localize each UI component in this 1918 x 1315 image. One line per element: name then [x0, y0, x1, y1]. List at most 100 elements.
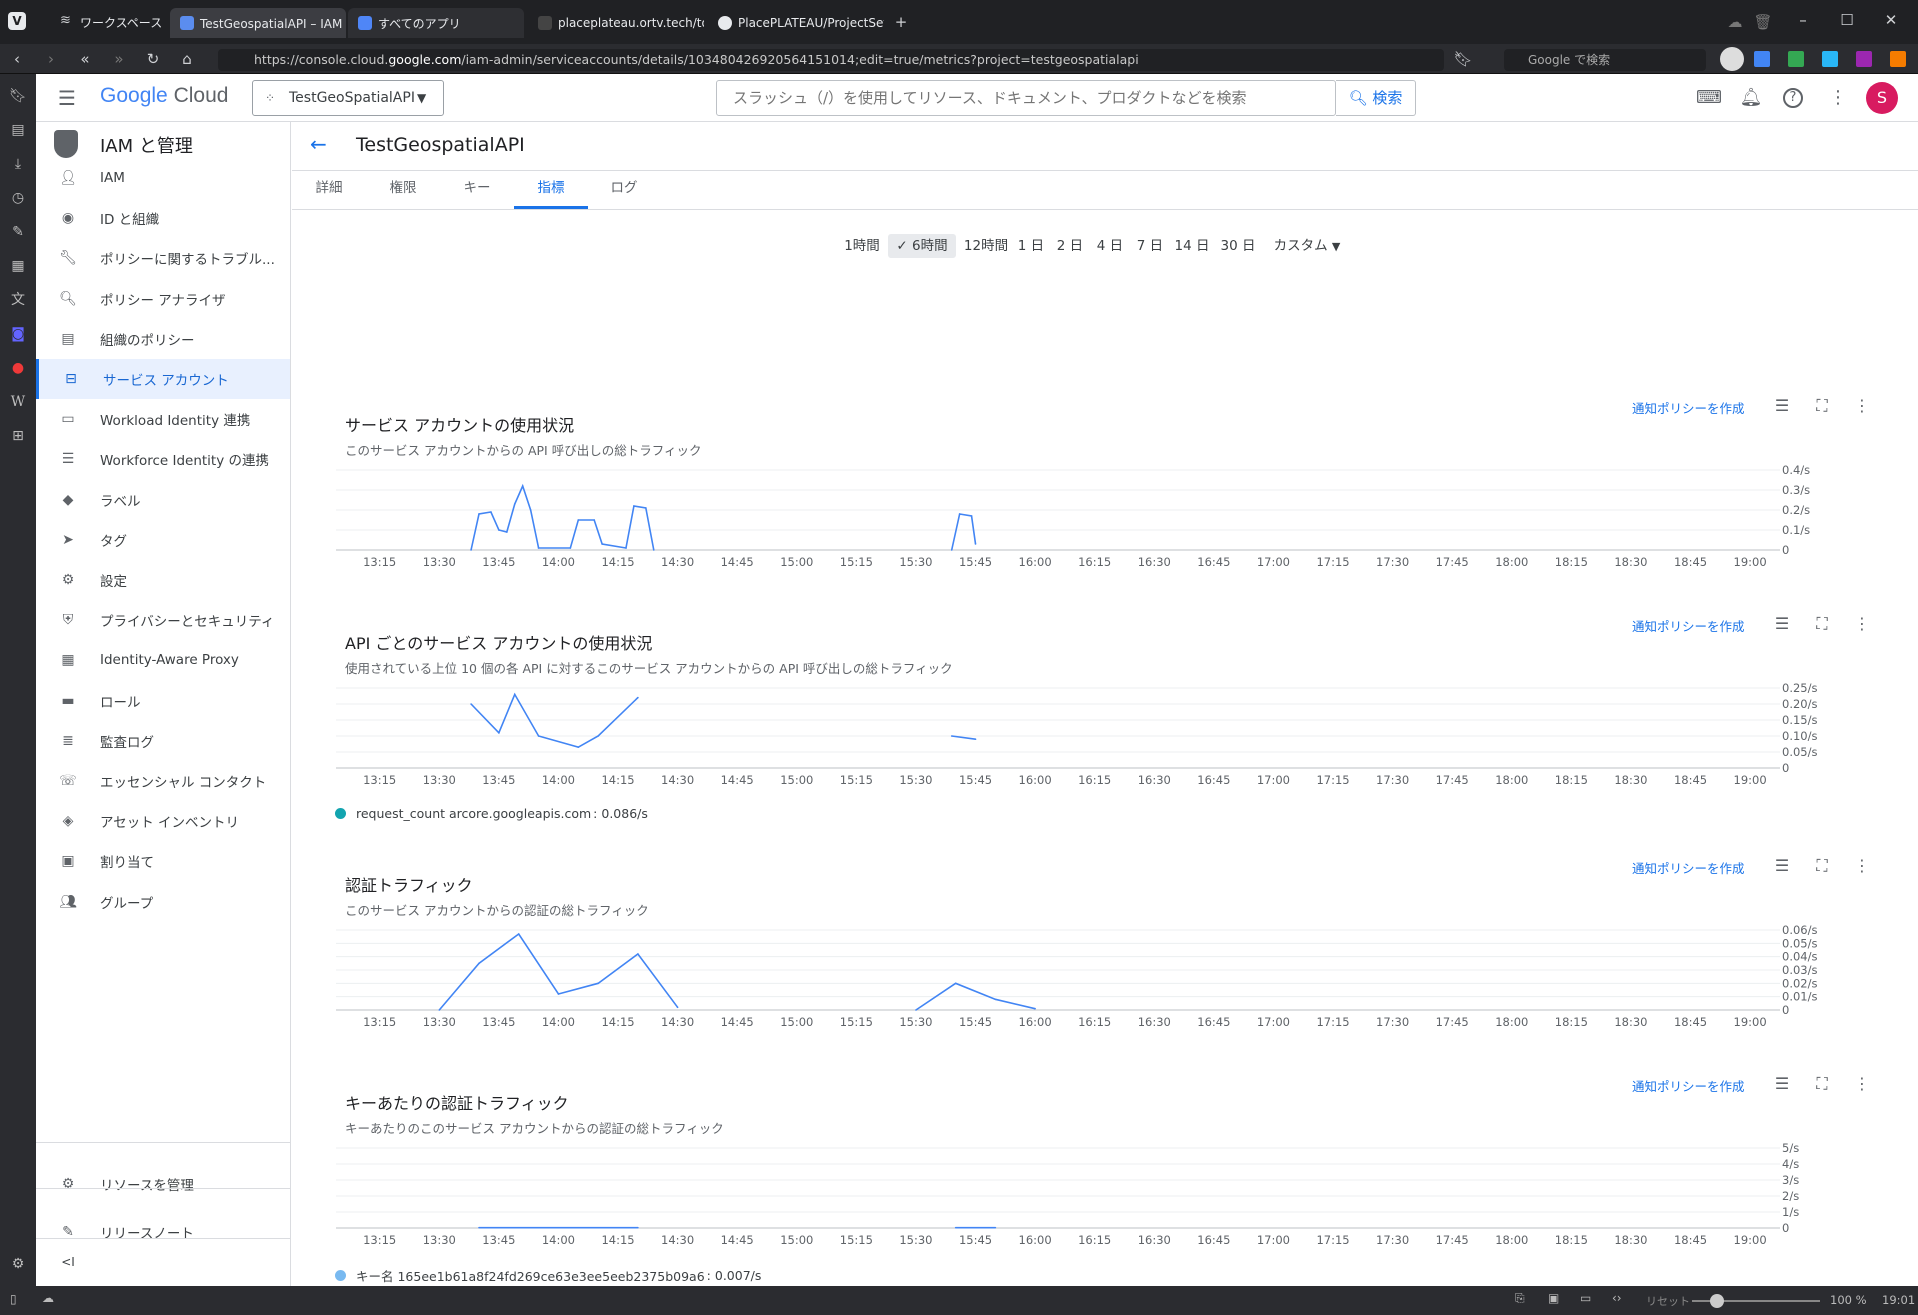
forward-icon[interactable]: ›: [40, 49, 62, 69]
vivaldi-menu-icon[interactable]: V: [8, 12, 26, 30]
sidebar-item[interactable]: ➤ タグ: [36, 520, 290, 560]
time-range-1h[interactable]: 1時間: [842, 234, 882, 258]
more-vert-icon[interactable]: ⋮: [1850, 612, 1874, 636]
create-alert-policy-link[interactable]: 通知ポリシーを作成: [1632, 398, 1745, 417]
create-alert-policy-link[interactable]: 通知ポリシーを作成: [1632, 1076, 1745, 1095]
search-button[interactable]: 🔍︎ 検索: [1336, 80, 1416, 116]
time-range-30d[interactable]: 30 日: [1220, 234, 1256, 258]
workspace-icon[interactable]: ≋: [60, 13, 71, 28]
downloads-icon[interactable]: ⤓: [8, 154, 28, 174]
legend-toggle-icon[interactable]: ☰: [1770, 1072, 1794, 1096]
new-tab-icon[interactable]: +: [890, 12, 912, 32]
more-vert-icon[interactable]: ⋮: [1850, 1072, 1874, 1096]
time-range-12h[interactable]: 12時間: [962, 234, 1010, 258]
extension-icon[interactable]: [1822, 51, 1838, 67]
chart-legend-item[interactable]: request_count arcore.googleapis.com:0.08…: [335, 806, 648, 821]
extension-icon[interactable]: [1890, 51, 1906, 67]
zoom-reset-button[interactable]: リセット: [1646, 1293, 1690, 1309]
sidebar-item[interactable]: ☏ エッセンシャル コンタクト: [36, 761, 290, 801]
tab-keys[interactable]: キー: [452, 171, 502, 209]
fullscreen-icon[interactable]: ⛶: [1810, 1072, 1834, 1096]
panel-toggle-icon[interactable]: ▯: [10, 1292, 17, 1306]
profile-avatar[interactable]: [1720, 47, 1744, 71]
help-icon[interactable]: ?: [1783, 88, 1803, 108]
fast-forward-icon[interactable]: »: [108, 49, 130, 69]
sidebar-item[interactable]: 🔧︎ ポリシーに関するトラブル...: [36, 238, 290, 278]
fullscreen-icon[interactable]: ⛶: [1810, 394, 1834, 418]
zoom-slider[interactable]: [1692, 1294, 1820, 1308]
vivaldi-icon[interactable]: ●: [8, 358, 28, 378]
tab-logs[interactable]: ログ: [599, 171, 649, 209]
maximize-icon[interactable]: ☐: [1836, 10, 1858, 30]
time-range-7d[interactable]: 7 日: [1135, 234, 1165, 258]
chart-legend-item[interactable]: キー名 165ee1b61a8f24fd269ce63e3ee5eeb2375b…: [335, 1266, 761, 1285]
bookmarks-icon[interactable]: 🔖︎: [8, 86, 28, 106]
fullscreen-icon[interactable]: ⛶: [1810, 854, 1834, 878]
reload-icon[interactable]: ↻: [142, 49, 164, 69]
rewind-icon[interactable]: «: [74, 49, 96, 69]
workspace-label[interactable]: ワークスペース: [80, 14, 162, 31]
sidebar-item[interactable]: 👥︎ グループ: [36, 882, 290, 922]
time-range-2d[interactable]: 2 日: [1055, 234, 1085, 258]
mastodon-icon[interactable]: ◙: [8, 324, 28, 344]
sidebar-item[interactable]: ◈ アセット インベントリ: [36, 801, 290, 841]
zoom-slider-handle[interactable]: [1710, 1294, 1724, 1308]
sidebar-item[interactable]: 🔍︎ ポリシー アナライザ: [36, 279, 290, 319]
legend-toggle-icon[interactable]: ☰: [1770, 854, 1794, 878]
tab-metrics[interactable]: 指標: [514, 171, 588, 209]
notifications-icon[interactable]: 🔔︎: [1739, 86, 1763, 110]
sidebar-item[interactable]: ◆ ラベル: [36, 480, 290, 520]
sidebar-item[interactable]: ▭ Workload Identity 連携: [36, 399, 290, 439]
page-tiling-icon[interactable]: ▭: [1580, 1291, 1591, 1305]
tab-details[interactable]: 詳細: [304, 171, 354, 209]
sidebar-item[interactable]: ⊟ サービス アカウント: [36, 359, 290, 399]
manage-resources-link[interactable]: ⚙ リソースを管理: [36, 1164, 290, 1204]
sidebar-item[interactable]: 👤︎ IAM: [36, 158, 290, 198]
more-vert-icon[interactable]: ⋮: [1850, 394, 1874, 418]
browser-tab-token[interactable]: placeplateau.ortv.tech/token: [528, 8, 704, 38]
search-input[interactable]: [717, 81, 1337, 115]
account-avatar[interactable]: S: [1866, 82, 1898, 114]
create-alert-policy-link[interactable]: 通知ポリシーを作成: [1632, 858, 1745, 877]
tab-permissions[interactable]: 権限: [378, 171, 428, 209]
sidebar-item[interactable]: ☰ Workforce Identity の連携: [36, 439, 290, 479]
page-actions-icon[interactable]: ‹›: [1612, 1291, 1622, 1305]
back-icon[interactable]: ‹: [6, 49, 28, 69]
wikipedia-icon[interactable]: W: [8, 392, 28, 412]
time-range-1d[interactable]: 1 日: [1016, 234, 1046, 258]
fullscreen-icon[interactable]: ⛶: [1810, 612, 1834, 636]
sidebar-item[interactable]: ▦ Identity-Aware Proxy: [36, 640, 290, 680]
translate-icon[interactable]: 文: [8, 290, 28, 310]
extension-icon[interactable]: [1788, 51, 1804, 67]
reading-list-icon[interactable]: ▤: [8, 120, 28, 140]
time-range-4d[interactable]: 4 日: [1095, 234, 1125, 258]
project-picker[interactable]: ⁘ TestGeoSpatialAPI ▼: [252, 80, 444, 116]
images-icon[interactable]: ▣: [1548, 1291, 1559, 1305]
sidebar-item[interactable]: ≣ 監査ログ: [36, 721, 290, 761]
home-icon[interactable]: ⌂: [176, 49, 198, 69]
cloud-sync-icon[interactable]: ☁: [1724, 12, 1746, 32]
back-arrow-icon[interactable]: ←: [310, 132, 327, 156]
capture-icon[interactable]: ⎘: [1515, 1291, 1525, 1306]
trash-icon[interactable]: 🗑: [1752, 12, 1774, 32]
browser-tab-iam[interactable]: TestGeospatialAPI – IAM と管理: [170, 8, 346, 38]
browser-tab-github[interactable]: PlacePLATEAU/ProjectSettings: [708, 8, 884, 38]
bookmark-icon[interactable]: 🔖︎: [1452, 49, 1474, 69]
more-vert-icon[interactable]: ⋮: [1850, 854, 1874, 878]
time-range-6h[interactable]: ✓ 6時間: [888, 234, 956, 258]
sidebar-item[interactable]: ▣ 割り当て: [36, 841, 290, 881]
browser-search-field[interactable]: Google で検索: [1504, 49, 1706, 71]
sidebar-item[interactable]: ◉ ID と組織: [36, 198, 290, 238]
minimize-icon[interactable]: –: [1792, 10, 1814, 30]
sidebar-item[interactable]: ⛨ プライバシーとセキュリティ: [36, 600, 290, 640]
hamburger-menu-icon[interactable]: ☰: [58, 86, 76, 110]
close-icon[interactable]: ✕: [1880, 10, 1902, 30]
create-alert-policy-link[interactable]: 通知ポリシーを作成: [1632, 616, 1745, 635]
calendar-icon[interactable]: ▦: [8, 256, 28, 276]
sidebar-item[interactable]: ⚙ 設定: [36, 560, 290, 600]
time-range-custom[interactable]: カスタム ▼: [1264, 234, 1350, 258]
notes-icon[interactable]: ✎: [8, 222, 28, 242]
translate-extension-icon[interactable]: [1754, 51, 1770, 67]
sidebar-item[interactable]: ▬ ロール: [36, 681, 290, 721]
more-vert-icon[interactable]: ⋮: [1826, 86, 1850, 110]
